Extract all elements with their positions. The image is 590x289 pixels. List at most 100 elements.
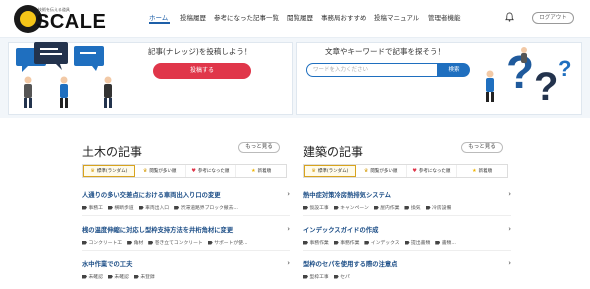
tag[interactable]: キャンペーン xyxy=(333,204,369,211)
arch-tab-most-viewed[interactable]: ♛ 閲覧が多い順 xyxy=(356,165,407,177)
article-tags: 事務作業 事務作業 インデックス 提出書類 書類... xyxy=(303,239,456,246)
tag-icon xyxy=(107,205,113,210)
arch-title-suffix: の記事 xyxy=(327,145,364,159)
tag[interactable]: 型枠工事 xyxy=(303,273,329,280)
tag-icon xyxy=(333,240,339,245)
article-title[interactable]: 人通りの多い交差点における車両出入り口の変更 xyxy=(82,190,221,199)
tag[interactable]: サポートが使... xyxy=(207,239,248,246)
tag[interactable]: 車両出入口 xyxy=(138,204,169,211)
article-title[interactable]: 水中作業での工夫 xyxy=(82,259,132,268)
tag-icon xyxy=(425,205,431,210)
chevron-right-icon: › xyxy=(287,190,290,198)
tag[interactable]: 巻き立てコンクリート xyxy=(148,239,203,246)
civil-tab-standard[interactable]: ♛ 標準(ランダム) xyxy=(83,165,135,177)
article-tags: コンクリート工 角材 巻き立てコンクリート サポートが使... xyxy=(82,239,248,246)
crown-icon: ♛ xyxy=(311,168,316,174)
tag-icon xyxy=(127,240,133,245)
search-button[interactable]: 検索 xyxy=(438,63,470,77)
search-heading: 文章やキーワードで記事を探そう！ xyxy=(325,47,445,56)
tag-icon xyxy=(82,205,87,210)
svg-text:?: ? xyxy=(506,46,534,98)
tag[interactable]: インデックス xyxy=(364,239,400,246)
divider xyxy=(303,250,511,251)
tag[interactable]: 事務作業 xyxy=(333,239,359,246)
nav-post-manual[interactable]: 投稿マニュアル xyxy=(374,12,419,22)
tag-icon xyxy=(133,274,139,279)
arch-tab-standard[interactable]: ♛ 標準(ランダム) xyxy=(304,165,356,177)
tag[interactable]: 横断歩道 xyxy=(107,204,134,211)
civil-more-button[interactable]: もっと見る xyxy=(238,142,280,153)
tag[interactable]: 事務工 xyxy=(82,204,103,211)
knowledge-share-illustration xyxy=(16,42,112,108)
tag-icon xyxy=(82,274,87,279)
tag[interactable]: 渋滞道路界ブロック撤去... xyxy=(174,204,238,211)
civil-article-2[interactable]: 桟の温度伸縮に対応し型枠支持方法を井桁角材に変更 › コンクリート工 角材 巻き… xyxy=(82,225,290,251)
civil-tab-most-viewed[interactable]: ♛ 閲覧が多い順 xyxy=(135,165,186,177)
tag-icon xyxy=(435,240,441,245)
chevron-right-icon: › xyxy=(508,190,511,198)
nav-home[interactable]: ホーム xyxy=(149,12,168,22)
arch-tab-newest[interactable]: ★ 新着順 xyxy=(457,165,507,177)
article-tags: 型枠工事 セパ xyxy=(303,273,350,280)
logo-wordmark: SCALE xyxy=(36,11,107,33)
tag[interactable]: 未確認 xyxy=(107,273,129,280)
arch-more-button[interactable]: もっと見る xyxy=(461,142,503,153)
civil-tab-most-helpful[interactable]: ♥ 参考になった順 xyxy=(186,165,237,177)
nav-post-history[interactable]: 投稿履歴 xyxy=(180,12,206,22)
civil-article-1[interactable]: 人通りの多い交差点における車両出入り口の変更 › 事務工 横断歩道 車両出入口 … xyxy=(82,190,290,216)
tag[interactable]: 屋内作業 xyxy=(373,204,399,211)
article-tags: 未確認 未確認 未登録 xyxy=(82,273,155,280)
nav-helpful-articles[interactable]: 参考になった記事一覧 xyxy=(214,12,279,22)
tag[interactable]: 換気 xyxy=(404,204,421,211)
chevron-right-icon: › xyxy=(508,259,511,267)
heart-icon: ♥ xyxy=(412,168,417,174)
arch-article-3[interactable]: 型枠のセパを使用する際の注意点 › 型枠工事 セパ xyxy=(303,259,511,285)
article-title[interactable]: インデックスガイドの作成 xyxy=(303,225,378,234)
tag-icon xyxy=(404,240,410,245)
tag[interactable]: 仮設工事 xyxy=(303,204,329,211)
tag[interactable]: 未登録 xyxy=(133,273,155,280)
chevron-right-icon: › xyxy=(287,225,290,233)
civil-article-3[interactable]: 水中作業での工夫 › 未確認 未確認 未登録 xyxy=(82,259,290,285)
tag[interactable]: 未確認 xyxy=(82,273,103,280)
tag-icon xyxy=(333,205,339,210)
article-title[interactable]: 熱中症対策冷房熱排気システム xyxy=(303,190,391,199)
svg-text:?: ? xyxy=(534,65,558,109)
top-header: 技術を伝える道具 SCALE ホーム 投稿履歴 参考になった記事一覧 閲覧履歴 … xyxy=(0,0,590,38)
arch-tab-most-helpful[interactable]: ♥ 参考になった順 xyxy=(407,165,458,177)
star-icon: ★ xyxy=(472,168,477,174)
tag[interactable]: 冷房設備 xyxy=(425,204,451,211)
tag[interactable]: 書類... xyxy=(435,239,456,246)
tag-icon xyxy=(138,205,144,210)
nav-view-history[interactable]: 閲覧履歴 xyxy=(287,12,313,22)
tag[interactable]: セパ xyxy=(333,273,350,280)
divider xyxy=(82,250,290,251)
post-button[interactable]: 投稿する xyxy=(153,63,251,79)
chevron-right-icon: › xyxy=(508,225,511,233)
tab-label: 閲覧が多い順 xyxy=(149,169,177,174)
arch-article-1[interactable]: 熱中症対策冷房熱排気システム › 仮設工事 キャンペーン 屋内作業 換気 冷房設… xyxy=(303,190,511,216)
tag-icon xyxy=(107,274,113,279)
tag-icon xyxy=(373,205,379,210)
civil-title-prefix: 土木 xyxy=(82,145,107,159)
tag[interactable]: 提出書類 xyxy=(404,239,430,246)
search-input[interactable]: ワードを入力ください xyxy=(306,63,438,77)
article-title[interactable]: 型枠のセパを使用する際の注意点 xyxy=(303,259,397,268)
tag[interactable]: 角材 xyxy=(127,239,143,246)
nav-admin[interactable]: 管理者機能 xyxy=(428,12,461,22)
article-title[interactable]: 桟の温度伸縮に対応し型枠支持方法を井桁角材に変更 xyxy=(82,225,233,234)
civil-tab-newest[interactable]: ★ 新着順 xyxy=(236,165,286,177)
scale-logo[interactable]: 技術を伝える道具 SCALE xyxy=(14,5,114,33)
tag[interactable]: 事務作業 xyxy=(303,239,329,246)
nav-active-underline xyxy=(149,22,170,24)
logout-button[interactable]: ログアウト xyxy=(532,12,574,24)
article-tags: 事務工 横断歩道 車両出入口 渋滞道路界ブロック撤去... xyxy=(82,204,238,211)
tag-icon xyxy=(82,240,87,245)
arch-article-2[interactable]: インデックスガイドの作成 › 事務作業 事務作業 インデックス 提出書類 書類.… xyxy=(303,225,511,251)
nav-office-recommend[interactable]: 事務局おすすめ xyxy=(321,12,367,22)
tag[interactable]: コンクリート工 xyxy=(82,239,122,246)
bell-icon[interactable] xyxy=(505,12,514,22)
crown-icon: ♛ xyxy=(142,168,148,174)
tag-icon xyxy=(174,205,180,210)
tab-label: 新着順 xyxy=(257,169,272,174)
